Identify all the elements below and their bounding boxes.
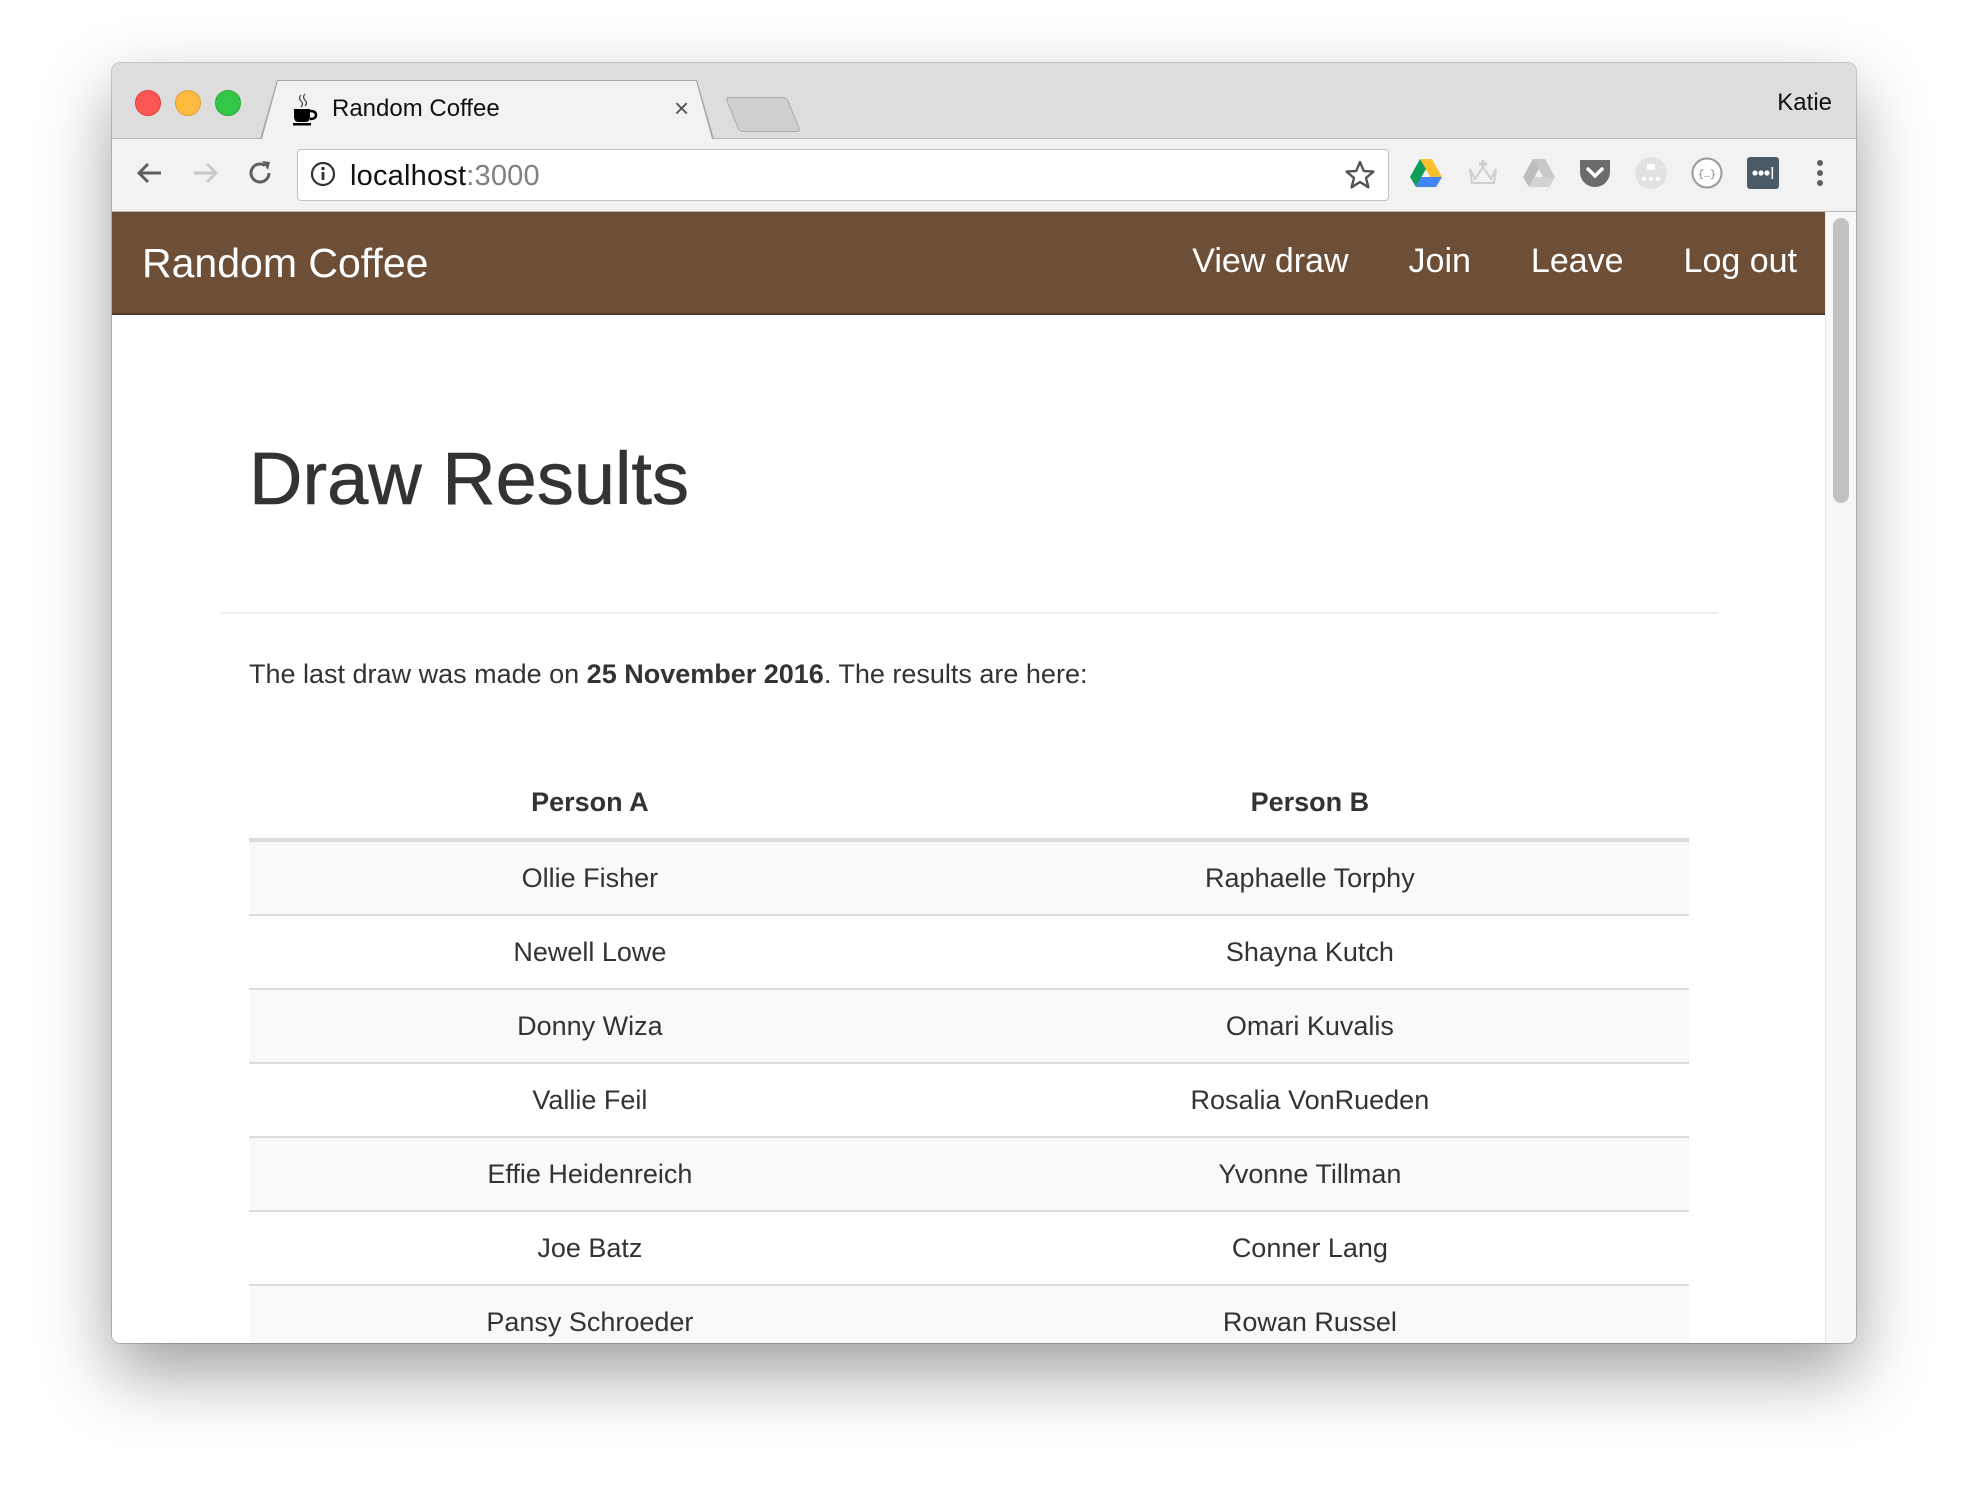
bookmark-star-icon[interactable] [1344, 159, 1376, 191]
nav-link-view-draw[interactable]: View draw [1192, 242, 1348, 281]
person-a-cell: Pansy Schroeder [249, 1284, 931, 1343]
pocket-icon[interactable] [1577, 155, 1613, 191]
browser-tab[interactable]: Random Coffee × [262, 81, 712, 139]
person-b-cell: Omari Kuvalis [930, 988, 1689, 1063]
nav-link-log-out[interactable]: Log out [1684, 242, 1797, 281]
info-icon[interactable] [310, 161, 336, 187]
reload-icon [249, 161, 271, 184]
table-row: Effie Heidenreich Yvonne Tillman [249, 1136, 1689, 1211]
person-a-cell: Newell Lowe [249, 914, 931, 989]
table-row: Vallie Feil Rosalia VonRueden [249, 1062, 1689, 1137]
draw-date: 25 November 2016 [586, 659, 824, 689]
person-a-cell: Donny Wiza [249, 988, 931, 1063]
person-b-cell: Raphaelle Torphy [930, 840, 1689, 915]
site-navbar: Random Coffee View draw Join Leave Log o… [112, 212, 1826, 315]
profile-name[interactable]: Katie [1777, 89, 1832, 117]
browser-window: Random Coffee × Katie localhost:3000 {…}… [112, 63, 1856, 1343]
scrollbar-thumb[interactable] [1833, 218, 1849, 503]
reload-button[interactable] [240, 153, 280, 193]
google-drive-icon[interactable] [1408, 155, 1444, 191]
minimize-window-button[interactable] [175, 90, 201, 116]
person-a-cell: Vallie Feil [249, 1062, 931, 1137]
sitemap-icon[interactable] [1633, 155, 1669, 191]
title-divider [220, 612, 1718, 614]
person-a-cell: Joe Batz [249, 1210, 931, 1285]
close-window-button[interactable] [135, 90, 161, 116]
forward-button[interactable] [185, 153, 225, 193]
table-body: Ollie Fisher Raphaelle Torphy Newell Lowe S… [249, 840, 1689, 1343]
nav-links: View draw Join Leave Log out [1132, 242, 1797, 281]
column-header-person-a: Person A [249, 766, 931, 842]
browser-toolbar: localhost:3000 {…} [112, 139, 1856, 212]
vertical-scrollbar[interactable] [1825, 212, 1856, 1343]
more-menu-icon[interactable] [1802, 155, 1838, 191]
person-b-cell: Conner Lang [930, 1210, 1689, 1285]
column-header-person-b: Person B [930, 766, 1689, 842]
person-b-cell: Rowan Russel [930, 1284, 1689, 1343]
nav-link-leave[interactable]: Leave [1531, 242, 1624, 281]
draw-summary: The last draw was made on 25 November 20… [249, 659, 1088, 689]
svg-text:{…}: {…} [1698, 169, 1716, 181]
drive-grey-icon[interactable] [1521, 155, 1557, 191]
person-a-cell: Ollie Fisher [249, 840, 931, 915]
crown-icon[interactable] [1465, 155, 1501, 191]
navbar-brand[interactable]: Random Coffee [142, 240, 428, 287]
lastpass-icon[interactable] [1745, 155, 1781, 191]
nav-link-join[interactable]: Join [1409, 242, 1471, 281]
json-formatter-icon[interactable]: {…} [1689, 155, 1725, 191]
coffee-cup-icon [293, 93, 318, 126]
arrow-left-icon [136, 162, 161, 184]
person-b-cell: Shayna Kutch [930, 914, 1689, 989]
back-button[interactable] [130, 153, 170, 193]
person-a-cell: Effie Heidenreich [249, 1136, 931, 1211]
new-tab-button[interactable] [724, 97, 802, 132]
url-text: localhost:3000 [350, 160, 540, 192]
table-header-row: Person A Person B [249, 766, 1689, 842]
table-row: Pansy Schroeder Rowan Russel [249, 1284, 1689, 1343]
person-b-cell: Yvonne Tillman [930, 1136, 1689, 1211]
tab-strip: Random Coffee × Katie [112, 63, 1856, 139]
page-title: Draw Results [249, 437, 690, 521]
table-row: Ollie Fisher Raphaelle Torphy [249, 840, 1689, 915]
arrow-right-icon [194, 162, 219, 184]
page-viewport: Random Coffee View draw Join Leave Log o… [112, 212, 1856, 1343]
table-row: Newell Lowe Shayna Kutch [249, 914, 1689, 989]
address-bar[interactable]: localhost:3000 [297, 149, 1389, 201]
maximize-window-button[interactable] [215, 90, 241, 116]
table-row: Donny Wiza Omari Kuvalis [249, 988, 1689, 1063]
table-row: Joe Batz Conner Lang [249, 1210, 1689, 1285]
draw-results-table: Person A Person B Ollie Fisher Raphaelle … [249, 766, 1689, 1343]
tab-close-icon[interactable]: × [674, 93, 689, 123]
person-b-cell: Rosalia VonRueden [930, 1062, 1689, 1137]
tab-title: Random Coffee [332, 95, 500, 122]
